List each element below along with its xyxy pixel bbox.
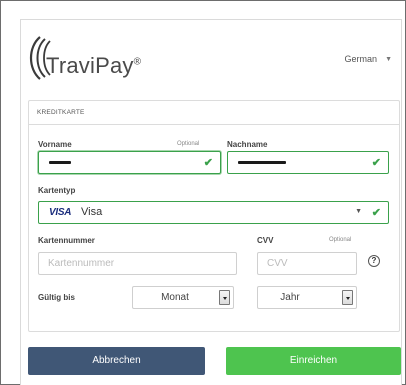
section-title: KREDITKARTE xyxy=(29,101,399,125)
lastname-label: Nachname xyxy=(227,140,268,149)
language-selector[interactable]: German ▼ xyxy=(345,54,392,64)
cardnumber-placeholder: Kartennummer xyxy=(48,258,115,269)
cardtype-value: Visa xyxy=(81,206,103,218)
cardtype-label: Kartentyp xyxy=(38,186,76,195)
visa-icon: VISA xyxy=(49,207,72,218)
cancel-button[interactable]: Abbrechen xyxy=(28,347,205,375)
cardnumber-label: Kartennummer xyxy=(38,236,95,245)
help-icon[interactable]: ? xyxy=(368,255,380,267)
cardtype-select[interactable]: VISA Visa ▼ ✔ xyxy=(38,201,389,224)
brand-name: TraviPay® xyxy=(46,53,142,78)
submit-button[interactable]: Einreichen xyxy=(226,347,401,375)
firstname-optional: Optional xyxy=(177,141,200,147)
check-icon: ✔ xyxy=(203,157,213,169)
month-value: Monat xyxy=(161,292,189,303)
cvv-input[interactable]: CVV xyxy=(257,252,357,275)
redacted-value xyxy=(238,161,286,164)
firstname-label: Vorname xyxy=(38,140,72,149)
check-icon: ✔ xyxy=(371,157,381,169)
cvv-optional: Optional xyxy=(329,237,352,243)
dropdown-arrow-icon xyxy=(219,290,230,305)
check-icon: ✔ xyxy=(371,207,381,219)
chevron-down-icon: ▼ xyxy=(385,55,392,63)
expiry-label: Gültig bis xyxy=(38,293,75,302)
year-value: Jahr xyxy=(280,292,300,303)
language-label: German xyxy=(344,54,378,64)
redacted-value xyxy=(49,161,71,164)
chevron-down-icon: ▼ xyxy=(355,208,362,215)
dropdown-arrow-icon xyxy=(342,290,353,305)
year-select[interactable]: Jahr xyxy=(257,286,357,309)
cvv-label: CVV xyxy=(257,236,274,245)
firstname-field[interactable]: ✔ xyxy=(38,151,221,174)
lastname-field[interactable]: ✔ xyxy=(227,151,389,174)
month-select[interactable]: Monat xyxy=(132,286,234,309)
cardnumber-input[interactable]: Kartennummer xyxy=(38,252,237,275)
cvv-placeholder: CVV xyxy=(267,258,288,269)
